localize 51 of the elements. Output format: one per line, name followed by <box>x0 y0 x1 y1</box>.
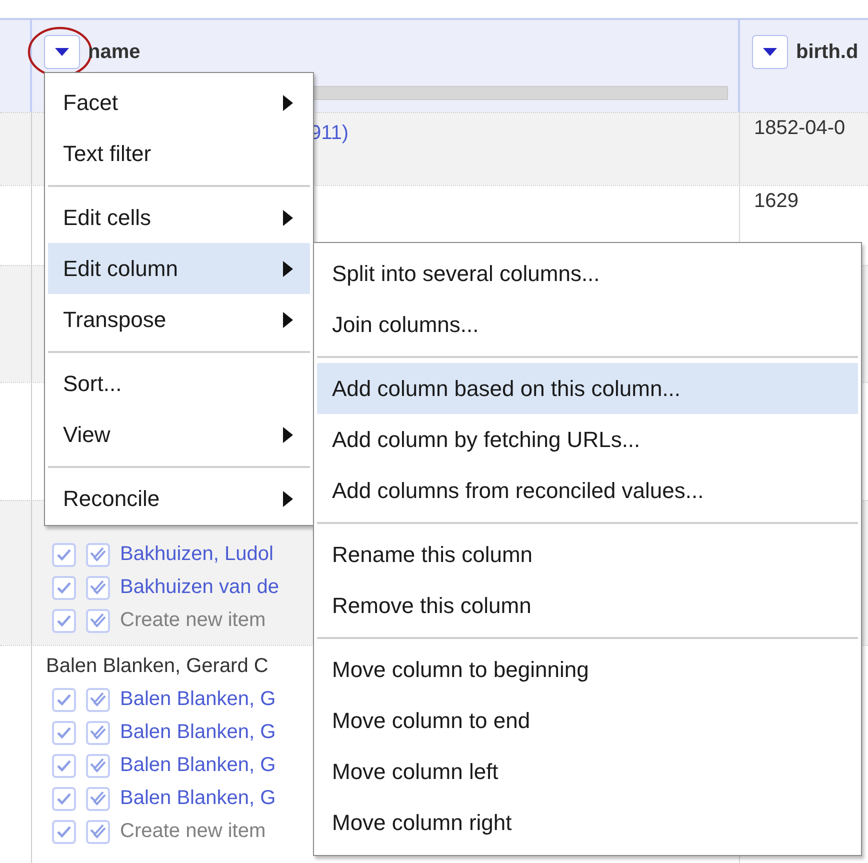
menu-item[interactable]: Sort... <box>48 358 310 409</box>
menu-item[interactable]: Text filter <box>48 128 310 179</box>
column-menu-button[interactable] <box>44 35 80 69</box>
double-check-icon[interactable] <box>86 720 110 744</box>
column-title: birth.d <box>796 40 858 64</box>
check-icon[interactable] <box>52 786 76 810</box>
cell-text: 1852-04-0 <box>754 117 846 139</box>
menu-item[interactable]: Move column to end <box>317 695 858 746</box>
double-check-icon[interactable] <box>86 754 110 778</box>
check-icon[interactable] <box>52 608 76 632</box>
menu-item[interactable]: Move column left <box>317 746 858 797</box>
double-check-icon[interactable] <box>86 688 110 712</box>
menu-item[interactable]: Remove this column <box>317 580 858 631</box>
check-icon[interactable] <box>52 820 76 844</box>
menu-item[interactable]: Edit cells <box>48 192 310 243</box>
candidate-link[interactable]: Balen Blanken, G <box>120 688 276 711</box>
cell-text: 1629 <box>754 190 798 212</box>
check-icon[interactable] <box>52 754 76 778</box>
menu-item[interactable]: Facet <box>48 77 310 128</box>
menu-item[interactable]: Join columns... <box>317 299 858 350</box>
menu-item[interactable]: Add column based on this column... <box>317 363 858 414</box>
menu-item[interactable]: Split into several columns... <box>317 248 858 299</box>
cell-text: Balen Blanken, Gerard C <box>46 655 268 678</box>
dropdown-triangle-icon <box>54 47 70 57</box>
double-check-icon[interactable] <box>86 608 110 632</box>
menu-item[interactable]: Add column by fetching URLs... <box>317 414 858 465</box>
candidate-link[interactable]: Balen Blanken, G <box>120 754 276 777</box>
candidate-link[interactable]: Bakhuizen van de <box>120 576 280 599</box>
check-icon[interactable] <box>52 720 76 744</box>
menu-item[interactable]: Move column right <box>317 797 858 848</box>
menu-item[interactable]: Move column to beginning <box>317 644 858 695</box>
candidate-link[interactable]: Balen Blanken, G <box>120 787 276 810</box>
check-icon[interactable] <box>52 576 76 600</box>
dropdown-triangle-icon <box>762 47 778 57</box>
column-menu-button[interactable] <box>752 35 788 69</box>
menu-item[interactable]: Transpose <box>48 294 310 345</box>
check-icon[interactable] <box>52 688 76 712</box>
double-check-icon[interactable] <box>86 786 110 810</box>
candidate-link[interactable]: Bakhuizen, Ludol <box>120 543 274 566</box>
candidate-link[interactable]: Balen Blanken, G <box>120 721 276 744</box>
menu-item[interactable]: Reconcile <box>48 473 310 524</box>
menu-item[interactable]: Edit column <box>48 243 310 294</box>
double-check-icon[interactable] <box>86 542 110 566</box>
menu-item[interactable]: Rename this column <box>317 529 858 580</box>
create-item-link[interactable]: Create new item <box>120 820 266 843</box>
check-icon[interactable] <box>52 542 76 566</box>
menu-item[interactable]: View <box>48 409 310 460</box>
menu-item[interactable]: Add columns from reconciled values... <box>317 465 858 516</box>
double-check-icon[interactable] <box>86 820 110 844</box>
double-check-icon[interactable] <box>86 576 110 600</box>
create-item-link[interactable]: Create new item <box>120 609 266 632</box>
